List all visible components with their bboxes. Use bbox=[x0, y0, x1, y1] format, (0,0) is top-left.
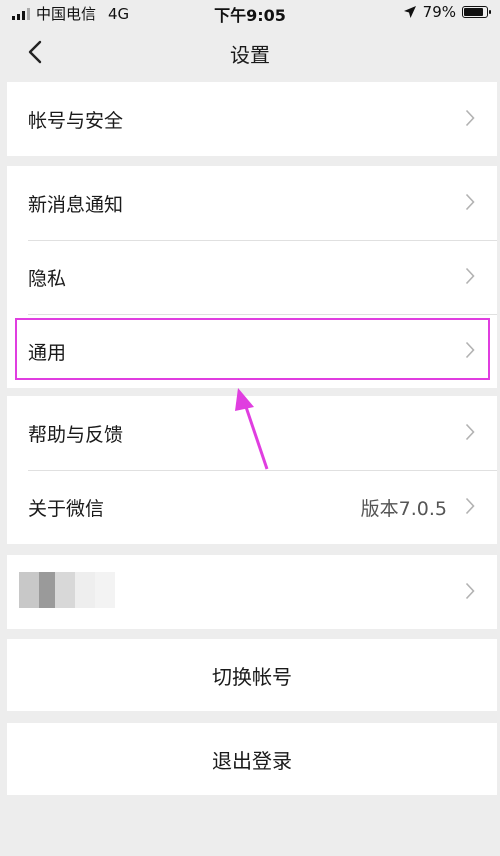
group-blurred-account bbox=[7, 555, 497, 629]
chevron-right-icon bbox=[465, 109, 475, 127]
highlight-box bbox=[15, 318, 490, 380]
blurred-avatar bbox=[19, 572, 119, 608]
switch-account-button[interactable]: 切换帐号 bbox=[7, 639, 497, 711]
settings-item-new-message-notification[interactable]: 新消息通知 bbox=[7, 166, 497, 240]
version-value: 版本7.0.5 bbox=[360, 497, 447, 520]
status-right: 79% bbox=[403, 3, 491, 21]
settings-item-privacy[interactable]: 隐私 bbox=[7, 240, 497, 314]
location-arrow-icon bbox=[403, 6, 416, 18]
item-label: 帮助与反馈 bbox=[28, 423, 124, 446]
group-account: 帐号与安全 bbox=[7, 82, 497, 156]
switch-account-label: 切换帐号 bbox=[212, 664, 292, 689]
battery-icon bbox=[462, 6, 491, 18]
chevron-right-icon bbox=[465, 193, 475, 211]
chevron-right-icon bbox=[465, 267, 475, 285]
battery-percent: 79% bbox=[422, 3, 456, 21]
chevron-right-icon bbox=[465, 497, 475, 515]
nav-bar: 设置 bbox=[0, 24, 500, 82]
logout-label: 退出登录 bbox=[212, 748, 292, 773]
status-bar: 中国电信 4G 下午9:05 79% bbox=[0, 0, 500, 25]
group-switch-account: 切换帐号 bbox=[7, 639, 497, 711]
group-logout: 退出登录 bbox=[7, 723, 497, 795]
page-title: 设置 bbox=[230, 43, 270, 67]
item-label: 新消息通知 bbox=[28, 193, 124, 216]
item-label: 帐号与安全 bbox=[28, 109, 124, 132]
logout-button[interactable]: 退出登录 bbox=[7, 723, 497, 795]
chevron-right-icon bbox=[465, 582, 475, 600]
settings-item-about-wechat[interactable]: 关于微信 版本7.0.5 bbox=[7, 470, 497, 544]
settings-item-blurred-account[interactable] bbox=[7, 555, 497, 629]
item-label: 隐私 bbox=[28, 267, 67, 290]
pointer-arrow-icon bbox=[235, 388, 269, 470]
chevron-right-icon bbox=[465, 423, 475, 441]
settings-item-account-security[interactable]: 帐号与安全 bbox=[7, 82, 497, 156]
item-label: 关于微信 bbox=[28, 497, 105, 520]
